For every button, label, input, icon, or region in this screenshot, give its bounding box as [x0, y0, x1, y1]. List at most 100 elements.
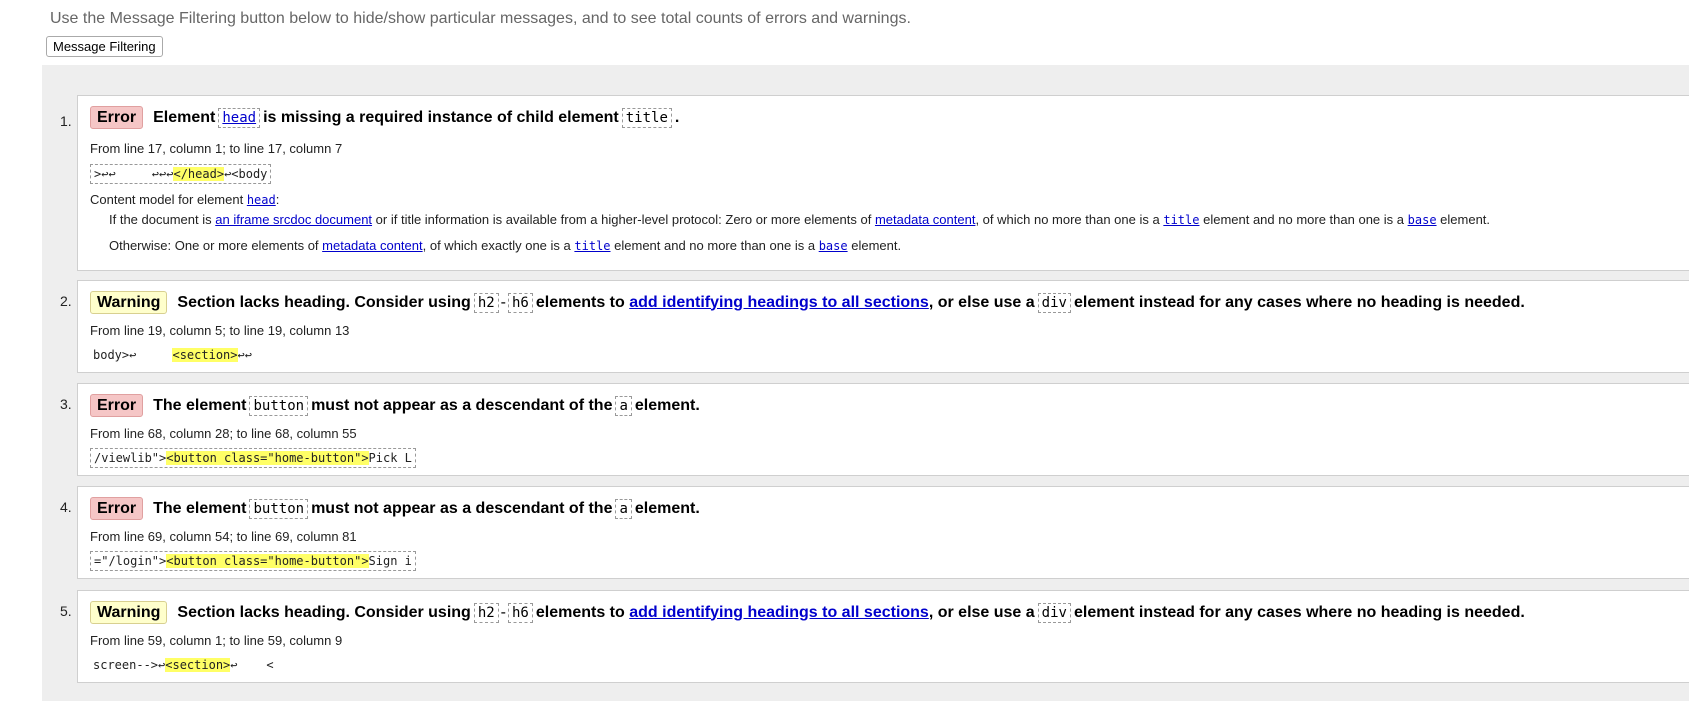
h6-element-code: h6	[508, 292, 533, 313]
error-badge: Error	[90, 106, 144, 129]
extract-highlight: <section>	[165, 658, 231, 672]
headings-link[interactable]: add identifying headings to all sections	[629, 294, 929, 312]
message-heading: Warning Section lacks heading. Consider …	[90, 291, 1525, 314]
title-element-link[interactable]: title	[574, 239, 610, 253]
base-element-link[interactable]: base	[1408, 213, 1437, 227]
message-text: must not appear as a descendant of the	[311, 396, 613, 414]
button-element-code: button	[249, 498, 309, 519]
extract-highlight: <section>	[172, 348, 238, 362]
message-text: is missing a required instance of child …	[263, 108, 619, 126]
message-heading: Error The element button must not appear…	[90, 497, 700, 520]
message-number: 1.	[60, 113, 72, 129]
title-element-link[interactable]: title	[1163, 213, 1199, 227]
content-model-line-1: If the document is an iframe srcdoc docu…	[109, 212, 1490, 227]
extract-pre: /viewlib">	[94, 451, 167, 465]
extract-highlight: <button class="home-button">	[166, 554, 369, 568]
message-number: 2.	[60, 293, 72, 309]
message-warning-2: Warning Section lacks heading. Consider …	[77, 280, 1689, 373]
button-element-code: button	[249, 395, 309, 416]
content-model-line-2: Otherwise: One or more elements of metad…	[109, 238, 901, 253]
warning-badge: Warning	[90, 601, 168, 624]
cm-text: Otherwise: One or more elements of	[109, 238, 319, 253]
a-element-code: a	[615, 498, 632, 519]
head-element-link[interactable]: head	[218, 107, 261, 128]
extract-pre: screen-->↩	[93, 658, 166, 672]
content-model-label: Content model for element head:	[90, 192, 279, 207]
head-element-link[interactable]: head	[247, 193, 276, 207]
extract-post: ↩ <	[230, 658, 274, 672]
message-text: , or else use a	[928, 603, 1035, 621]
error-badge: Error	[90, 394, 144, 417]
cm-text: or if title information is available fro…	[375, 212, 872, 227]
message-number: 3.	[60, 396, 72, 412]
extract-post: ↩<body	[224, 167, 268, 181]
message-text: element.	[634, 396, 700, 414]
message-text: The element	[153, 499, 247, 517]
message-text: Section lacks heading. Consider using	[177, 603, 471, 621]
cm-label-text: Content model for element	[90, 192, 244, 207]
location-text: From line 68, column 28; to line 68, col…	[90, 426, 357, 441]
warning-badge: Warning	[90, 291, 168, 314]
range-separator: -	[500, 603, 506, 621]
message-error-4: Error The element button must not appear…	[77, 486, 1689, 579]
error-badge: Error	[90, 497, 144, 520]
title-element-code: title	[621, 107, 672, 128]
h6-element-code: h6	[508, 602, 533, 623]
base-element-link[interactable]: base	[819, 239, 848, 253]
extract-highlight: <button class="home-button">	[166, 451, 369, 465]
metadata-content-link[interactable]: metadata content	[875, 212, 975, 227]
message-warning-5: Warning Section lacks heading. Consider …	[77, 590, 1689, 683]
extract-post: ↩↩	[237, 348, 252, 362]
message-text: The element	[153, 396, 247, 414]
a-element-code: a	[615, 395, 632, 416]
message-filtering-button[interactable]: Message Filtering	[46, 36, 163, 57]
location-text: From line 69, column 54; to line 69, col…	[90, 529, 357, 544]
message-text: Section lacks heading. Consider using	[177, 293, 471, 311]
cm-text: If the document is	[109, 212, 212, 227]
extract-post: Sign i	[368, 554, 412, 568]
headings-link[interactable]: add identifying headings to all sections	[629, 604, 929, 622]
extract-pre: body>↩	[93, 348, 173, 362]
cm-text: element and no more than one is a	[1203, 212, 1405, 227]
code-extract: >↩↩ ↩↩↩</head>↩<body	[90, 164, 272, 184]
message-text: elements to	[535, 293, 625, 311]
cm-text: element.	[1440, 212, 1491, 227]
code-extract: /viewlib"><button class="home-button">Pi…	[90, 448, 416, 468]
message-text: element instead for any cases where no h…	[1073, 603, 1525, 621]
location-text: From line 19, column 5; to line 19, colu…	[90, 323, 350, 338]
cm-text: element.	[851, 238, 902, 253]
message-number: 4.	[60, 499, 72, 515]
message-text: element instead for any cases where no h…	[1073, 293, 1525, 311]
code-extract: screen-->↩<section>↩ <	[90, 656, 277, 674]
metadata-content-link[interactable]: metadata content	[322, 238, 422, 253]
location-text: From line 59, column 1; to line 59, colu…	[90, 633, 343, 648]
message-heading: Error Element head is missing a required…	[90, 106, 679, 129]
range-separator: -	[500, 293, 506, 311]
message-text: .	[674, 108, 680, 126]
code-extract: ="/login"><button class="home-button">Si…	[90, 551, 416, 571]
message-text: , or else use a	[928, 293, 1035, 311]
message-text: element.	[634, 499, 700, 517]
cm-text: , of which no more than one is a	[975, 212, 1160, 227]
extract-pre: >↩↩ ↩↩↩	[94, 167, 174, 181]
message-number: 5.	[60, 603, 72, 619]
div-element-code: div	[1037, 602, 1071, 623]
code-extract: body>↩ <section>↩↩	[90, 346, 255, 364]
location-text: From line 17, column 1; to line 17, colu…	[90, 141, 343, 156]
intro-text: Use the Message Filtering button below t…	[50, 10, 911, 27]
message-heading: Warning Section lacks heading. Consider …	[90, 601, 1525, 624]
extract-highlight: </head>	[173, 167, 225, 181]
message-text: must not appear as a descendant of the	[311, 499, 613, 517]
message-text: Element	[153, 108, 216, 126]
extract-pre: ="/login">	[94, 554, 167, 568]
message-heading: Error The element button must not appear…	[90, 394, 700, 417]
message-error-1: Error Element head is missing a required…	[77, 95, 1689, 271]
cm-text: , of which exactly one is a	[422, 238, 571, 253]
extract-post: Pick L	[368, 451, 412, 465]
iframe-srcdoc-link[interactable]: an iframe srcdoc document	[215, 212, 372, 227]
message-text: elements to	[535, 603, 625, 621]
h2-element-code: h2	[473, 602, 499, 623]
message-error-3: Error The element button must not appear…	[77, 383, 1689, 476]
div-element-code: div	[1037, 292, 1071, 313]
cm-colon: :	[275, 192, 280, 207]
